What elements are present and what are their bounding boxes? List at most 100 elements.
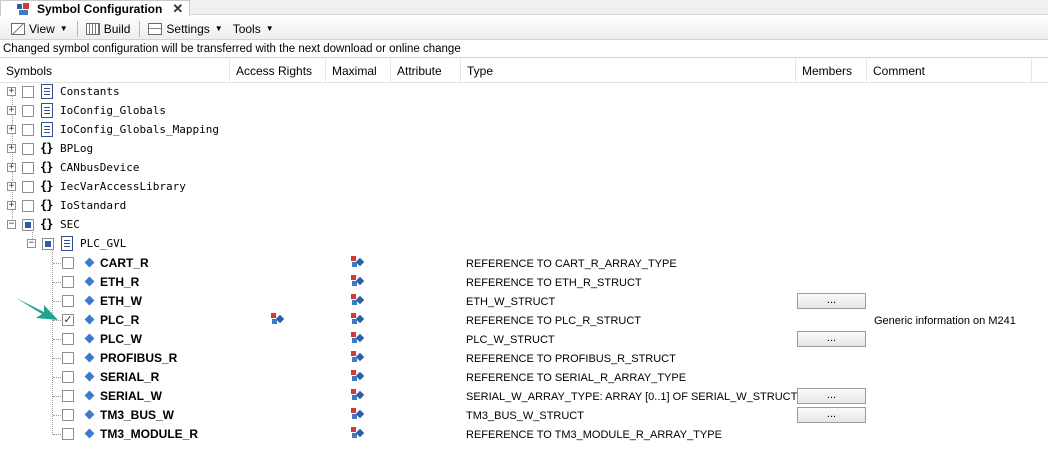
- variable-checkbox[interactable]: [62, 352, 74, 364]
- variable-name: ETH_R: [100, 275, 140, 289]
- tree-row-iecvaraccesslibrary[interactable]: + {} IecVarAccessLibrary: [0, 178, 1048, 197]
- expand-icon[interactable]: +: [7, 87, 16, 96]
- access-rights-icon[interactable]: [271, 313, 285, 325]
- column-header-attribute[interactable]: Attribute: [391, 59, 461, 83]
- ioconfig-globals-mapping-checkbox[interactable]: [22, 124, 34, 136]
- variable-icon: [84, 257, 95, 268]
- namespace-braces-icon: {}: [40, 141, 53, 155]
- expand-icon[interactable]: +: [7, 125, 16, 134]
- variable-row[interactable]: ETH_W ETH_W_STRUCT...: [0, 292, 1048, 311]
- variable-icon: [84, 276, 95, 287]
- iecvaraccesslibrary-checkbox[interactable]: [22, 181, 34, 193]
- collapse-icon[interactable]: −: [7, 220, 16, 229]
- sec-checkbox[interactable]: [22, 219, 34, 231]
- ioconfig-globals-mapping-label: IoConfig_Globals_Mapping: [60, 123, 219, 136]
- variable-type: REFERENCE TO CART_R_ARRAY_TYPE: [466, 258, 677, 270]
- gvl-document-icon: [41, 84, 53, 99]
- variable-type: REFERENCE TO ETH_R_STRUCT: [466, 277, 642, 289]
- variable-type: SERIAL_W_ARRAY_TYPE: ARRAY [0..1] OF SER…: [466, 391, 798, 403]
- gvl-document-icon: [41, 122, 53, 137]
- tree-row-plc-gvl[interactable]: − PLC_GVL: [0, 235, 1048, 254]
- maximal-access-icon: [351, 408, 365, 420]
- tab-symbol-configuration[interactable]: Symbol Configuration ✕: [0, 0, 191, 16]
- bplog-checkbox[interactable]: [22, 143, 34, 155]
- variable-name: PLC_R: [100, 313, 140, 327]
- arrow-pointer-icon: [16, 298, 58, 320]
- ioconfig-globals-checkbox[interactable]: [22, 105, 34, 117]
- column-header-maximal[interactable]: Maximal: [326, 59, 391, 83]
- view-menu-button[interactable]: View ▼: [8, 20, 71, 38]
- settings-menu-button[interactable]: Settings ▼: [145, 20, 225, 38]
- column-header-comment[interactable]: Comment: [867, 59, 1032, 83]
- column-header-access-rights[interactable]: Access Rights: [230, 59, 326, 83]
- variable-icon: [84, 333, 95, 344]
- maximal-access-icon: [351, 313, 365, 325]
- expand-icon[interactable]: +: [7, 106, 16, 115]
- expand-icon[interactable]: +: [7, 144, 16, 153]
- variable-comment: Generic information on M241: [874, 315, 1016, 327]
- expand-icon[interactable]: +: [7, 201, 16, 210]
- maximal-access-icon: [351, 294, 365, 306]
- variable-name: TM3_MODULE_R: [100, 427, 199, 441]
- column-header-symbols[interactable]: Symbols: [0, 59, 230, 83]
- column-header-members[interactable]: Members: [796, 59, 867, 83]
- close-icon[interactable]: ✕: [172, 2, 183, 15]
- variable-name: PLC_W: [100, 332, 142, 346]
- sec-label: SEC: [60, 218, 80, 231]
- expand-icon[interactable]: +: [7, 182, 16, 191]
- variable-checkbox[interactable]: [62, 276, 74, 288]
- canbusdevice-checkbox[interactable]: [22, 162, 34, 174]
- tree-row-ioconfig-globals[interactable]: + IoConfig_Globals: [0, 102, 1048, 121]
- variable-checkbox[interactable]: [62, 390, 74, 402]
- members-button[interactable]: ...: [797, 293, 866, 309]
- variable-row[interactable]: TM3_BUS_W TM3_BUS_W_STRUCT...: [0, 406, 1048, 425]
- variable-checkbox[interactable]: ✓: [62, 314, 74, 326]
- members-button[interactable]: ...: [797, 331, 866, 347]
- members-button[interactable]: ...: [797, 388, 866, 404]
- variable-row[interactable]: PLC_W PLC_W_STRUCT...: [0, 330, 1048, 349]
- canbusdevice-label: CANbusDevice: [60, 161, 140, 174]
- variable-row[interactable]: ETH_R REFERENCE TO ETH_R_STRUCT: [0, 273, 1048, 292]
- variable-type: PLC_W_STRUCT: [466, 334, 555, 346]
- tree-row-bplog[interactable]: + {} BPLog: [0, 140, 1048, 159]
- variable-checkbox[interactable]: [62, 428, 74, 440]
- iostandard-checkbox[interactable]: [22, 200, 34, 212]
- column-header-type[interactable]: Type: [461, 59, 796, 83]
- namespace-braces-icon: {}: [40, 198, 53, 212]
- variable-checkbox[interactable]: [62, 371, 74, 383]
- tree-row-ioconfig-globals-mapping[interactable]: + IoConfig_Globals_Mapping: [0, 121, 1048, 140]
- maximal-access-icon: [351, 275, 365, 287]
- variable-checkbox[interactable]: [62, 409, 74, 421]
- members-button[interactable]: ...: [797, 407, 866, 423]
- variable-checkbox[interactable]: [62, 295, 74, 307]
- maximal-access-icon: [351, 256, 365, 268]
- tree-row-sec[interactable]: − {} SEC: [0, 216, 1048, 235]
- variable-row[interactable]: CART_R REFERENCE TO CART_R_ARRAY_TYPE: [0, 254, 1048, 273]
- maximal-access-icon: [351, 389, 365, 401]
- plc-gvl-checkbox[interactable]: [42, 238, 54, 250]
- collapse-icon[interactable]: −: [27, 239, 36, 248]
- variable-row[interactable]: SERIAL_W SERIAL_W_ARRAY_TYPE: ARRAY [0..1…: [0, 387, 1048, 406]
- tree-row-constants[interactable]: + Constants: [0, 83, 1048, 102]
- expand-icon[interactable]: +: [7, 163, 16, 172]
- variable-row[interactable]: TM3_MODULE_R REFERENCE TO TM3_MODULE_R_AR…: [0, 425, 1048, 444]
- variable-checkbox[interactable]: [62, 257, 74, 269]
- gvl-document-icon: [61, 236, 73, 251]
- constants-checkbox[interactable]: [22, 86, 34, 98]
- maximal-access-icon: [351, 427, 365, 439]
- chevron-down-icon: ▼: [59, 24, 68, 33]
- build-button[interactable]: Build: [83, 20, 134, 38]
- variable-type: TM3_BUS_W_STRUCT: [466, 410, 584, 422]
- maximal-access-icon: [351, 332, 365, 344]
- tools-menu-button[interactable]: Tools ▼: [230, 20, 277, 38]
- variable-row[interactable]: ✓ PLC_R REFERENCE TO PLC_R_STRUCT Generic i…: [0, 311, 1048, 330]
- variable-name: PROFIBUS_R: [100, 351, 178, 365]
- variable-type: ETH_W_STRUCT: [466, 296, 556, 308]
- namespace-braces-icon: {}: [40, 179, 53, 193]
- tree-row-canbusdevice[interactable]: + {} CANbusDevice: [0, 159, 1048, 178]
- variable-checkbox[interactable]: [62, 333, 74, 345]
- constants-label: Constants: [60, 85, 120, 98]
- variable-row[interactable]: PROFIBUS_R REFERENCE TO PROFIBUS_R_STRUCT: [0, 349, 1048, 368]
- variable-row[interactable]: SERIAL_R REFERENCE TO SERIAL_R_ARRAY_TYPE: [0, 368, 1048, 387]
- tree-row-iostandard[interactable]: + {} IoStandard: [0, 197, 1048, 216]
